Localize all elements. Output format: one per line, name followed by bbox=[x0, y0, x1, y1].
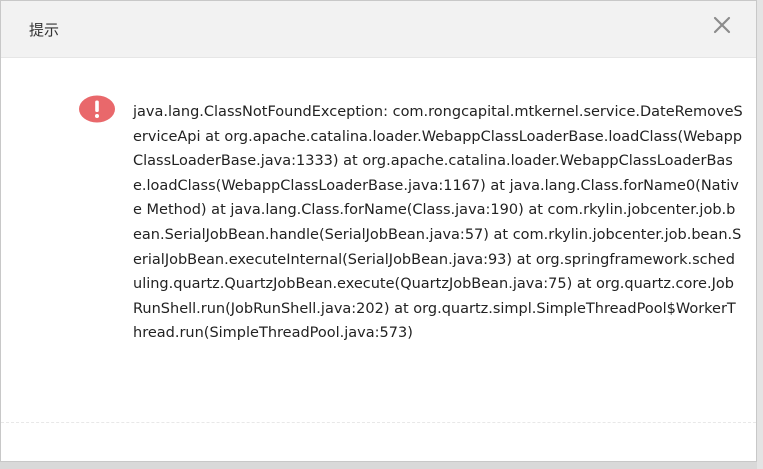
error-message: java.lang.ClassNotFoundException: com.ro… bbox=[133, 104, 743, 342]
background-edge bbox=[757, 0, 763, 469]
alert-dialog: 提示 java.lang.ClassNotFoundException: com… bbox=[0, 0, 757, 462]
exclamation-circle-icon bbox=[79, 95, 115, 123]
dialog-title: 提示 bbox=[29, 21, 60, 39]
dialog-body: java.lang.ClassNotFoundException: com.ro… bbox=[1, 58, 756, 422]
close-button[interactable] bbox=[710, 13, 734, 37]
close-icon bbox=[713, 16, 731, 34]
footer-divider bbox=[1, 422, 756, 423]
dialog-header: 提示 bbox=[1, 1, 756, 58]
